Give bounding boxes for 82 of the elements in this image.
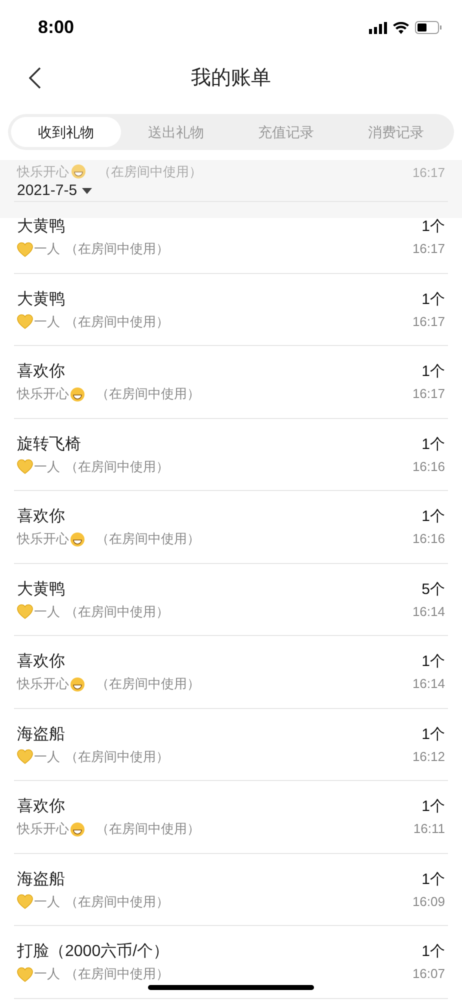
page-title: 我的账单 xyxy=(191,66,271,90)
tab[interactable]: 充值记录 xyxy=(231,117,341,147)
gift-name: 海盗船 xyxy=(17,870,66,890)
gift-count: 1个 xyxy=(422,870,445,890)
smiley-icon xyxy=(70,532,85,546)
smiley-icon xyxy=(70,676,85,692)
back-icon xyxy=(29,67,41,89)
date-selector[interactable]: 2021-7-5 xyxy=(17,180,92,202)
gift-name: 海盗船 xyxy=(17,724,66,744)
battery-icon xyxy=(415,21,442,34)
usage-note: （在房间中使用） xyxy=(96,385,200,404)
heart-icon xyxy=(17,314,33,329)
record-time: 16:17 xyxy=(412,312,445,330)
heart-icon xyxy=(17,242,33,256)
usage-note: （在房间中使用） xyxy=(96,530,200,548)
sender-name: 一人 xyxy=(34,748,60,766)
signal-icon xyxy=(369,22,387,34)
record-time: 16:11 xyxy=(413,820,445,838)
sender-name: 一人 xyxy=(34,965,60,984)
usage-note: （在房间中使用） xyxy=(65,602,169,621)
gift-name: 大黄鸭 xyxy=(17,217,66,237)
gift-count: 1个 xyxy=(422,507,445,527)
gift-count: 1个 xyxy=(422,434,445,454)
gift-count: 5个 xyxy=(422,580,445,600)
sender-name: 一人 xyxy=(34,240,60,258)
heart-icon xyxy=(17,749,33,764)
gift-name: 喜欢你 xyxy=(17,362,66,382)
record-time: 16:17 xyxy=(412,164,445,182)
gift-count: 1个 xyxy=(422,942,445,962)
gift-name: 喜欢你 xyxy=(17,796,66,817)
sender-name: 快乐开心 xyxy=(17,385,69,404)
record-time: 16:14 xyxy=(412,602,445,620)
usage-note: （在房间中使用） xyxy=(65,965,169,984)
record-time: 16:09 xyxy=(412,892,445,910)
heart-icon xyxy=(17,894,33,909)
smiley-icon xyxy=(70,386,85,402)
gift-count: 1个 xyxy=(422,217,445,237)
usage-note: （在房间中使用） xyxy=(65,312,169,331)
tab[interactable]: 消费记录 xyxy=(341,117,451,147)
wifi-icon xyxy=(393,22,409,34)
gift-name: 大黄鸭 xyxy=(17,290,66,310)
record-time: 16:07 xyxy=(412,965,445,983)
gift-name: 喜欢你 xyxy=(17,506,66,527)
tab[interactable]: 送出礼物 xyxy=(121,117,231,147)
usage-note: （在房间中使用） xyxy=(96,820,200,838)
dropdown-icon xyxy=(82,188,92,194)
usage-note: （在房间中使用） xyxy=(96,675,200,694)
record-time: 16:16 xyxy=(412,530,445,548)
smiley-icon xyxy=(71,164,86,180)
usage-note: （在房间中使用） xyxy=(65,240,169,258)
heart-icon xyxy=(17,459,33,474)
gift-count: 1个 xyxy=(422,724,445,744)
record-time: 16:17 xyxy=(412,385,445,403)
sender-name: 一人 xyxy=(34,312,60,331)
record-time: 16:16 xyxy=(412,458,445,476)
gift-name: 旋转飞椅 xyxy=(17,434,82,454)
tab[interactable]: 收到礼物 xyxy=(11,117,121,147)
usage-note: （在房间中使用） xyxy=(98,163,202,181)
usage-note: （在房间中使用） xyxy=(65,458,169,476)
sender-name: 一人 xyxy=(34,602,60,621)
sender-name: 快乐开心 xyxy=(17,530,69,548)
gift-name: 大黄鸭 xyxy=(17,580,66,600)
record-time: 16:14 xyxy=(412,675,445,693)
gift-count: 1个 xyxy=(422,652,445,672)
sender-name: 快乐开心 xyxy=(17,675,69,694)
smiley-icon xyxy=(70,822,85,836)
gift-name: 喜欢你 xyxy=(17,652,66,672)
gift-count: 1个 xyxy=(422,290,445,310)
sender-name: 一人 xyxy=(34,458,60,476)
status-time: 8:00 xyxy=(38,16,74,39)
sender-name: 一人 xyxy=(34,892,60,911)
gift-count: 1个 xyxy=(422,797,445,817)
gift-count: 1个 xyxy=(422,362,445,382)
heart-icon xyxy=(17,604,33,619)
sender-name: 快乐开心 xyxy=(17,820,69,838)
record-time: 16:17 xyxy=(412,240,445,258)
usage-note: （在房间中使用） xyxy=(65,892,169,911)
gift-name: 打脸（2000六币/个） xyxy=(17,942,170,962)
record-time: 16:12 xyxy=(412,748,445,766)
sender-name: 快乐开心 xyxy=(17,163,69,181)
heart-icon xyxy=(17,966,33,982)
usage-note: （在房间中使用） xyxy=(65,748,169,766)
